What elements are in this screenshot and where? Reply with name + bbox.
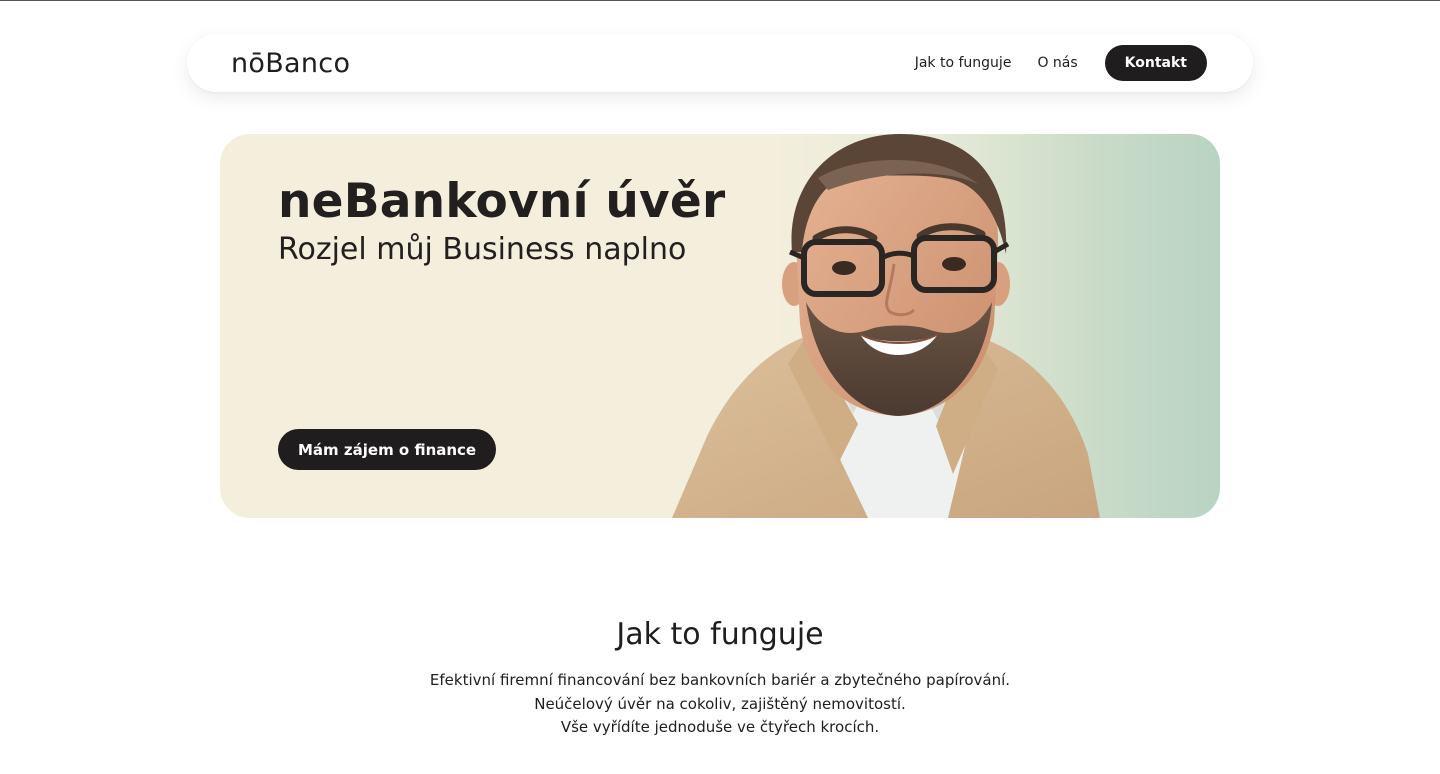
section-title: Jak to funguje — [616, 617, 824, 652]
nav-link-how-it-works[interactable]: Jak to funguje — [915, 55, 1012, 71]
nav-link-about[interactable]: O nás — [1037, 55, 1077, 71]
navbar: nōBanco Jak to funguje O nás Kontakt — [187, 34, 1253, 92]
description-line: Efektivní firemní financování bez bankov… — [429, 671, 1011, 689]
contact-button[interactable]: Kontakt — [1104, 45, 1207, 81]
section-description: Efektivní firemní financování bez bankov… — [0, 669, 1440, 740]
description-line: Vše vyřídíte jednoduše ve čtyřech krocíc… — [560, 718, 880, 736]
hero-banner: neBankovní úvěr Rozjel můj Business napl… — [220, 134, 1220, 518]
top-border — [0, 0, 1440, 1]
description-line: Neúčelový úvěr na cokoliv, zajištěný nem… — [534, 694, 906, 713]
hero-subtitle: Rozjel můj Business naplno — [278, 232, 687, 267]
hero-title: neBankovní úvěr — [278, 174, 726, 229]
interest-button[interactable]: Mám zájem o finance — [278, 429, 497, 470]
hero-portrait-image — [672, 134, 1100, 518]
main-nav: Jak to funguje O nás Kontakt — [915, 45, 1207, 81]
logo[interactable]: nōBanco — [231, 48, 350, 79]
